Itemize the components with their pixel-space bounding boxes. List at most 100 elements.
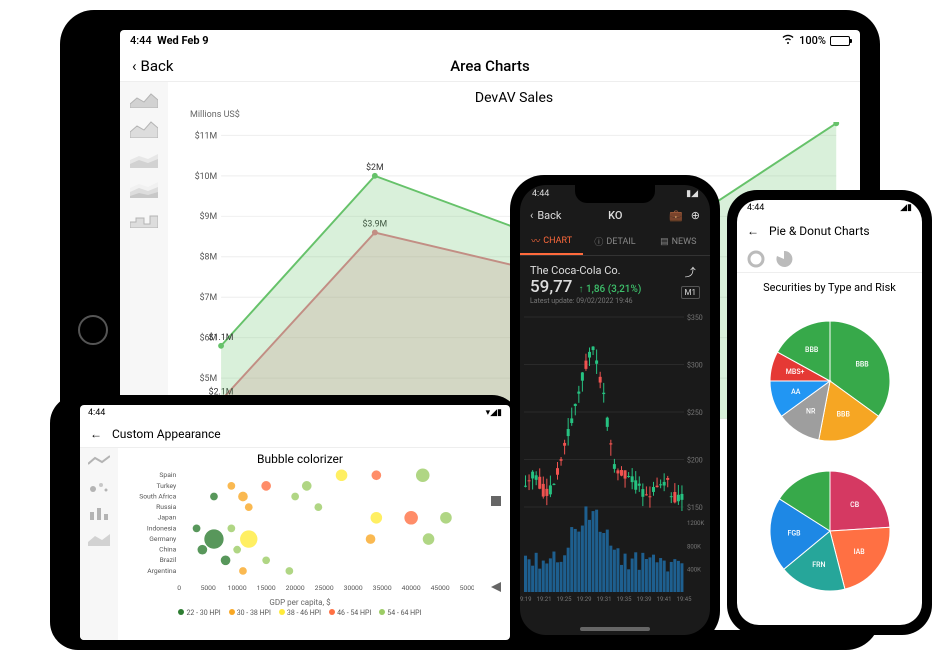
svg-text:19:39: 19:39: [637, 596, 652, 603]
pie-icon[interactable]: [775, 250, 793, 268]
status-time: 4:44: [88, 408, 105, 418]
step-area-icon[interactable]: [130, 210, 158, 228]
svg-text:1200K: 1200K: [687, 520, 704, 527]
svg-text:CB: CB: [850, 501, 860, 509]
back-label: Back: [141, 57, 174, 75]
pd-tabs: 〰CHART ⓘDETAIL ▤NEWS: [520, 228, 710, 256]
back-button[interactable]: ‹ Back: [132, 57, 173, 75]
pp-nav-bar: ← Pie & Donut Charts: [737, 216, 922, 246]
pl-sidebar: [80, 448, 118, 640]
bubble-chart[interactable]: SpainTurkeySouth AfricaRussiaJapanIndone…: [126, 468, 474, 598]
phone-landscape-device: 4:44 ▾◢▮ ← Custom Appearance Bubble colo…: [50, 395, 520, 650]
price: 59,77: [530, 277, 572, 297]
interval-badge[interactable]: M1: [681, 286, 700, 299]
ticker-symbol: KO: [608, 209, 622, 222]
svg-text:Spain: Spain: [159, 471, 176, 479]
svg-text:19:31: 19:31: [597, 596, 612, 603]
svg-text:NR: NR: [806, 407, 816, 415]
last-update: Latest update: 09/02/2022 19:46: [530, 297, 641, 305]
svg-text:$10M: $10M: [195, 171, 217, 182]
phone-dark-screen: 4:44 ▮◢ ‹ Back KO 💼 ⊕ 〰CHART ⓘDETAIL ▤NE…: [520, 185, 710, 635]
tab-detail[interactable]: ⓘDETAIL: [583, 228, 646, 255]
nav-back-icon[interactable]: ◁: [763, 622, 775, 625]
pl-status-bar: 4:44 ▾◢▮: [80, 405, 510, 421]
tab-chart[interactable]: 〰CHART: [520, 228, 583, 255]
svg-text:19:29: 19:29: [577, 596, 592, 603]
pie-charts[interactable]: BBBBBBNRAAMBS+BBB CBIABFRNFGB: [737, 302, 922, 616]
tab-news[interactable]: ▤NEWS: [647, 228, 710, 255]
company-name: The Coca-Cola Co.: [530, 264, 641, 277]
candlestick-chart[interactable]: $150$200$250$300$350400K800K1200K19:1919…: [520, 313, 710, 623]
signal-icons: ▮◢: [686, 189, 698, 199]
page-title: Pie & Donut Charts: [769, 224, 870, 238]
svg-text:0: 0: [177, 584, 181, 592]
svg-text:50000: 50000: [460, 584, 474, 592]
svg-text:19:35: 19:35: [617, 596, 633, 603]
svg-text:19:41: 19:41: [657, 596, 672, 603]
svg-text:$2M: $2M: [366, 162, 384, 173]
svg-text:FRN: FRN: [812, 561, 825, 569]
stacked-area-icon[interactable]: [130, 150, 158, 168]
svg-text:BBB: BBB: [836, 410, 850, 418]
bubble-chart-panel: Bubble colorizer SpainTurkeySouth Africa…: [118, 448, 482, 640]
triangle-control-icon[interactable]: [491, 582, 501, 592]
chart-title: Bubble colorizer: [126, 452, 474, 466]
briefcase-icon[interactable]: 💼: [669, 209, 683, 222]
svg-text:Germany: Germany: [149, 535, 177, 543]
svg-text:$200: $200: [687, 457, 703, 465]
svg-text:19:25: 19:25: [557, 596, 573, 603]
svg-text:30000: 30000: [344, 584, 363, 592]
svg-text:800K: 800K: [687, 543, 701, 550]
battery-pct: 100%: [799, 34, 826, 47]
area-chart-icon[interactable]: [130, 90, 158, 108]
svg-text:Argentina: Argentina: [147, 567, 176, 575]
area-chart-icon-2[interactable]: [130, 120, 158, 138]
svg-text:35000: 35000: [373, 584, 392, 592]
svg-text:$9M: $9M: [200, 211, 218, 222]
bubble-legend: 22 - 30 HPI30 - 38 HPI38 - 46 HPI46 - 54…: [126, 609, 474, 617]
donut-icon[interactable]: [747, 250, 765, 268]
page-title: Custom Appearance: [112, 427, 221, 441]
svg-text:Brazil: Brazil: [160, 556, 177, 564]
back-arrow-icon[interactable]: ←: [90, 427, 102, 441]
square-control-icon[interactable]: [491, 496, 501, 506]
svg-text:5000: 5000: [201, 584, 216, 592]
svg-text:25000: 25000: [315, 584, 334, 592]
nav-home-icon[interactable]: ○: [826, 622, 836, 625]
svg-text:$350: $350: [687, 314, 703, 322]
home-indicator[interactable]: [580, 627, 650, 631]
share-icon[interactable]: ⤴: [685, 264, 696, 280]
search-plus-icon[interactable]: ⊕: [691, 209, 700, 222]
wifi-icon: [781, 34, 795, 47]
signal-icons: ▾◢▮: [486, 408, 502, 418]
status-time: 4:44: [747, 203, 764, 213]
chart-title: Securities by Type and Risk: [737, 273, 922, 302]
pp-status-bar: 4:44 ◢▮: [737, 200, 922, 216]
phone-landscape-screen: 4:44 ▾◢▮ ← Custom Appearance Bubble colo…: [80, 405, 510, 640]
status-time: 4:44: [532, 189, 549, 199]
ipad-home-button[interactable]: [78, 315, 108, 345]
phone-dark-device: 4:44 ▮◢ ‹ Back KO 💼 ⊕ 〰CHART ⓘDETAIL ▤NE…: [510, 175, 720, 645]
status-time: 4:44: [130, 34, 152, 47]
ipad-nav-bar: ‹ Back Area Charts: [120, 51, 860, 82]
phone-pie-device: 4:44 ◢▮ ← Pie & Donut Charts Securities …: [727, 190, 932, 635]
stacked-area-icon-2[interactable]: [130, 180, 158, 198]
line-chart-icon[interactable]: [88, 454, 110, 468]
back-button[interactable]: ‹ Back: [530, 209, 561, 222]
bubble-chart-icon[interactable]: [88, 480, 110, 494]
pd-nav-bar: ‹ Back KO 💼 ⊕: [520, 203, 710, 228]
svg-text:China: China: [159, 546, 176, 554]
back-label: Back: [537, 209, 561, 222]
back-arrow-icon[interactable]: ←: [747, 224, 759, 238]
bar-chart-icon[interactable]: [88, 506, 110, 520]
notch: [575, 185, 655, 203]
pl-nav-bar: ← Custom Appearance: [80, 421, 510, 448]
svg-text:45000: 45000: [431, 584, 450, 592]
svg-text:$1.1M: $1.1M: [209, 332, 234, 343]
android-nav-bar: ◁ ○ □: [737, 616, 922, 625]
status-date: Wed Feb 9: [157, 34, 208, 47]
svg-text:19:19: 19:19: [520, 596, 531, 603]
area-chart-icon[interactable]: [88, 532, 110, 546]
nav-recent-icon[interactable]: □: [887, 622, 897, 625]
svg-text:20000: 20000: [286, 584, 305, 592]
